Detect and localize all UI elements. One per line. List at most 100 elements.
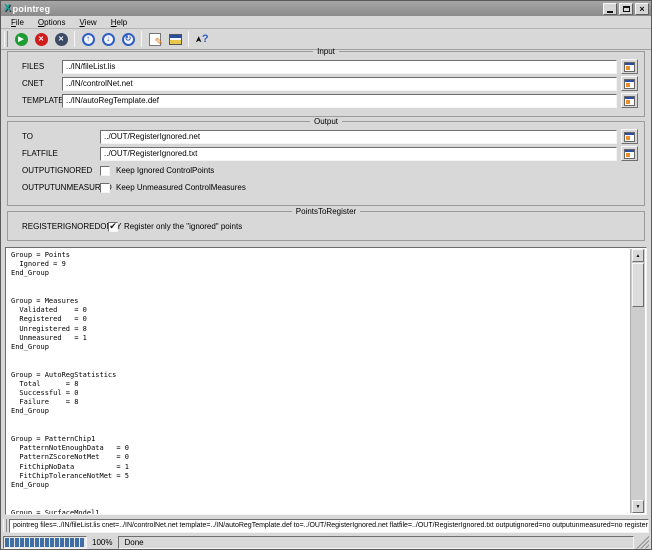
next-history-button[interactable]: ↓	[98, 30, 118, 49]
template-browse-button[interactable]	[621, 93, 638, 108]
output-group: Output TO ../OUT/RegisterIgnored.net FLA…	[7, 117, 645, 206]
flatfile-row: FLATFILE ../OUT/RegisterIgnored.txt	[14, 146, 638, 161]
reset-button[interactable]: ↻	[118, 30, 138, 49]
file-dialog-icon	[624, 132, 635, 142]
pointreg-window: X pointreg × File Options View Help ▶ ✕ …	[0, 0, 652, 550]
files-input[interactable]: ../IN/fileList.lis	[62, 60, 617, 74]
minimize-button[interactable]	[603, 3, 617, 15]
toolbar-separator	[141, 31, 142, 47]
menu-help[interactable]: Help	[105, 17, 133, 28]
points-to-register-group: PointsToRegister REGISTERIGNOREDONLY ✔ R…	[7, 207, 645, 241]
progress-bar-fill	[5, 538, 85, 547]
log-output-area[interactable]: Group = Points Ignored = 9 End_Group Gro…	[5, 247, 647, 515]
file-dialog-icon	[624, 96, 635, 106]
window-panel-icon	[169, 34, 182, 45]
outputignored-text: Keep Ignored ControlPoints	[116, 166, 214, 175]
toolbar-separator	[74, 31, 75, 47]
status-bar: 100% Done	[3, 535, 649, 549]
to-row: TO ../OUT/RegisterIgnored.net	[14, 129, 638, 144]
stop-button[interactable]: ✕	[31, 30, 51, 49]
show-controls-button[interactable]	[165, 30, 185, 49]
files-label: FILES	[14, 62, 62, 71]
files-row: FILES ../IN/fileList.lis	[14, 59, 638, 74]
to-value: ../OUT/RegisterIgnored.net	[104, 132, 200, 141]
log-text: Group = Points Ignored = 9 End_Group Gro…	[6, 248, 646, 515]
scroll-up-button[interactable]: ▲	[632, 249, 644, 262]
command-line-field[interactable]: pointreg files=../IN/fileList.lis cnet=.…	[9, 519, 649, 533]
scroll-down-icon: ▼	[636, 504, 641, 510]
check-icon: ✔	[109, 222, 117, 231]
down-arrow-icon: ↓	[102, 33, 115, 46]
cursor-arrow-icon: ➤	[194, 35, 205, 43]
app-icon: X	[4, 4, 11, 14]
menu-file[interactable]: File	[5, 17, 30, 28]
scroll-up-icon: ▲	[636, 253, 641, 259]
input-legend: Input	[313, 47, 339, 56]
run-button[interactable]: ▶	[11, 30, 31, 49]
command-line-text: pointreg files=../IN/fileList.lis cnet=.…	[13, 522, 649, 529]
stop-icon: ✕	[35, 33, 48, 46]
exit-icon: ✕	[55, 33, 68, 46]
outputunmeasured-row: OUTPUTUNMEASURED Keep Unmeasured Control…	[14, 180, 638, 195]
cnet-row: CNET ../IN/controlNet.net	[14, 76, 638, 91]
cnet-label: CNET	[14, 79, 62, 88]
whats-this-button[interactable]: ➤ ?	[192, 30, 212, 49]
scroll-down-button[interactable]: ▼	[632, 500, 644, 513]
previous-history-button[interactable]: ↑	[78, 30, 98, 49]
outputignored-label: OUTPUTIGNORED	[14, 166, 100, 175]
window-title: pointreg	[13, 4, 51, 14]
maximize-button[interactable]	[619, 3, 633, 15]
template-input[interactable]: ../IN/autoRegTemplate.def	[62, 94, 617, 108]
command-bar-handle[interactable]	[3, 519, 7, 532]
files-browse-button[interactable]	[621, 59, 638, 74]
cnet-value: ../IN/controlNet.net	[66, 79, 133, 88]
outputunmeasured-checkbox[interactable]	[100, 183, 110, 193]
registerignoredonly-label: REGISTERIGNOREDONLY	[14, 222, 108, 231]
to-browse-button[interactable]	[621, 129, 638, 144]
outputunmeasured-text: Keep Unmeasured ControlMeasures	[116, 183, 246, 192]
output-legend: Output	[310, 117, 342, 126]
input-group: Input FILES ../IN/fileList.lis CNET ../I…	[7, 47, 645, 117]
registerignoredonly-row: REGISTERIGNOREDONLY ✔ Register only the …	[14, 219, 638, 234]
vertical-scrollbar[interactable]: ▲ ▼	[630, 249, 645, 513]
progress-bar	[3, 536, 87, 549]
scrollbar-thumb[interactable]	[632, 263, 644, 307]
cnet-browse-button[interactable]	[621, 76, 638, 91]
status-message-panel: Done	[118, 536, 634, 549]
pencil-icon: ✎	[155, 38, 163, 48]
menu-bar: File Options View Help	[1, 16, 651, 29]
command-bar: pointreg files=../IN/fileList.lis cnet=.…	[3, 518, 649, 533]
cnet-input[interactable]: ../IN/controlNet.net	[62, 77, 617, 91]
exit-button[interactable]: ✕	[51, 30, 71, 49]
save-log-button[interactable]: ✎	[145, 30, 165, 49]
title-bar[interactable]: X pointreg ×	[1, 1, 651, 16]
status-message: Done	[124, 538, 143, 547]
menu-view[interactable]: View	[74, 17, 103, 28]
file-dialog-icon	[624, 79, 635, 89]
run-icon: ▶	[15, 33, 28, 46]
up-arrow-icon: ↑	[82, 33, 95, 46]
file-dialog-icon	[624, 62, 635, 72]
redo-icon: ↻	[122, 33, 135, 46]
flatfile-label: FLATFILE	[14, 149, 100, 158]
flatfile-input[interactable]: ../OUT/RegisterIgnored.txt	[100, 147, 617, 161]
maximize-icon	[623, 6, 630, 12]
outputignored-checkbox[interactable]	[100, 166, 110, 176]
to-input[interactable]: ../OUT/RegisterIgnored.net	[100, 130, 617, 144]
outputignored-row: OUTPUTIGNORED Keep Ignored ControlPoints	[14, 163, 638, 178]
to-label: TO	[14, 132, 100, 141]
whats-this-icon: ➤ ?	[195, 33, 208, 45]
resize-grip[interactable]	[636, 536, 649, 549]
flatfile-value: ../OUT/RegisterIgnored.txt	[104, 149, 197, 158]
toolbar-separator	[188, 31, 189, 47]
template-value: ../IN/autoRegTemplate.def	[66, 96, 159, 105]
close-button[interactable]: ×	[635, 3, 649, 15]
toolbar-handle[interactable]	[4, 31, 8, 47]
menu-options[interactable]: Options	[32, 17, 72, 28]
registerignoredonly-checkbox[interactable]: ✔	[108, 222, 118, 232]
window-controls: ×	[603, 3, 649, 15]
points-to-register-legend: PointsToRegister	[292, 207, 360, 216]
flatfile-browse-button[interactable]	[621, 146, 638, 161]
registerignoredonly-text: Register only the "ignored" points	[124, 222, 242, 231]
files-value: ../IN/fileList.lis	[66, 62, 115, 71]
